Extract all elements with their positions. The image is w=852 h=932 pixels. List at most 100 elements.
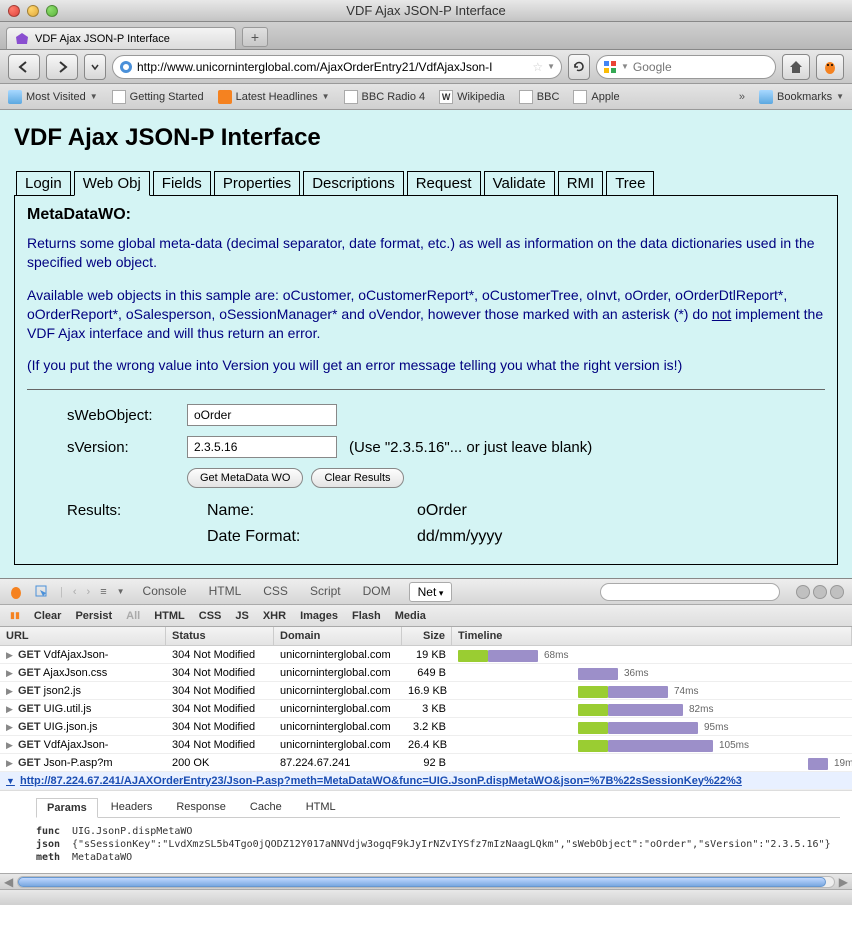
expand-icon[interactable]: ▶ [6, 650, 13, 660]
devtools-close-button[interactable] [830, 585, 844, 599]
detail-tab-cache[interactable]: Cache [239, 797, 293, 817]
horizontal-scrollbar[interactable]: ◀ ▶ [0, 873, 852, 889]
expand-icon[interactable]: ▶ [6, 668, 13, 678]
bookmarks-overflow-icon[interactable]: » [739, 91, 745, 103]
page-tab-web-obj[interactable]: Web Obj [74, 171, 150, 196]
devtools-tab-script[interactable]: Script [306, 582, 345, 602]
search-bar[interactable]: ▼ [596, 55, 776, 79]
zoom-window-button[interactable] [46, 5, 58, 17]
bookmark-bbc-radio4[interactable]: BBC Radio 4 [344, 90, 426, 104]
nav-forward-icon[interactable]: › [87, 586, 91, 598]
bookmark-star-icon[interactable]: ☆ [532, 60, 543, 74]
net-persist-button[interactable]: Persist [75, 610, 112, 622]
clear-results-button[interactable]: Clear Results [311, 468, 403, 488]
expand-icon[interactable]: ▶ [6, 758, 13, 768]
bookmark-getting-started[interactable]: Getting Started [112, 90, 204, 104]
input-version[interactable] [187, 436, 337, 458]
network-row[interactable]: ▶ GET json2.js304 Not Modifiedunicornint… [0, 682, 852, 700]
devtools-minimize-button[interactable] [796, 585, 810, 599]
net-filter-css[interactable]: CSS [199, 610, 222, 622]
net-filter-js[interactable]: JS [235, 610, 248, 622]
detail-tab-params[interactable]: Params [36, 798, 98, 818]
close-window-button[interactable] [8, 5, 20, 17]
scroll-left-icon[interactable]: ◀ [4, 875, 13, 889]
search-engine-dropdown-icon[interactable]: ▼ [621, 62, 629, 71]
inspect-icon[interactable] [34, 584, 50, 600]
bookmark-apple[interactable]: Apple [573, 90, 619, 104]
detail-tab-headers[interactable]: Headers [100, 797, 164, 817]
firebug-icon[interactable] [8, 584, 24, 600]
devtools-tab-dom[interactable]: DOM [359, 582, 395, 602]
site-identity-icon[interactable] [119, 60, 133, 74]
forward-button[interactable] [46, 54, 78, 80]
bookmark-wikipedia[interactable]: W Wikipedia [439, 90, 505, 104]
devtools-search-input[interactable] [600, 583, 780, 601]
scrollbar-thumb[interactable] [18, 877, 825, 887]
network-row[interactable]: ▶ GET VdfAjaxJson-304 Not Modifiedunicor… [0, 646, 852, 664]
page-tab-rmi[interactable]: RMI [558, 171, 604, 196]
col-url[interactable]: URL [0, 627, 166, 645]
search-input[interactable] [633, 60, 788, 74]
dropdown-icon[interactable]: ▼ [117, 587, 125, 596]
detail-tab-response[interactable]: Response [165, 797, 237, 817]
net-filter-media[interactable]: Media [395, 610, 426, 622]
page-tab-tree[interactable]: Tree [606, 171, 654, 196]
col-status[interactable]: Status [166, 627, 274, 645]
devtools-tab-console[interactable]: Console [139, 582, 191, 602]
net-filter-images[interactable]: Images [300, 610, 338, 622]
page-tab-validate[interactable]: Validate [484, 171, 555, 196]
get-metadata-button[interactable]: Get MetaData WO [187, 468, 303, 488]
network-row[interactable]: ▶ GET UIG.util.js304 Not Modifiedunicorn… [0, 700, 852, 718]
recent-pages-dropdown[interactable] [84, 54, 106, 80]
home-button[interactable] [782, 54, 810, 80]
devtools-popout-button[interactable] [813, 585, 827, 599]
expand-icon[interactable]: ▶ [6, 686, 13, 696]
bookmark-most-visited[interactable]: Most Visited ▼ [8, 90, 98, 104]
scroll-right-icon[interactable]: ▶ [839, 875, 848, 889]
minimize-window-button[interactable] [27, 5, 39, 17]
devtools-tab-css[interactable]: CSS [259, 582, 292, 602]
net-clear-button[interactable]: Clear [34, 610, 62, 622]
devtools-tab-html[interactable]: HTML [205, 582, 246, 602]
network-row[interactable]: ▶ GET VdfAjaxJson-304 Not Modifiedunicor… [0, 736, 852, 754]
col-timeline[interactable]: Timeline [452, 627, 852, 645]
scrollbar-track[interactable] [17, 876, 835, 888]
page-tab-properties[interactable]: Properties [214, 171, 300, 196]
devtools-tab-net[interactable]: Net ▾ [409, 582, 453, 602]
bookmark-latest-headlines[interactable]: Latest Headlines ▼ [218, 90, 330, 104]
col-domain[interactable]: Domain [274, 627, 402, 645]
browser-tab-active[interactable]: VDF Ajax JSON-P Interface [6, 27, 236, 49]
url-bar[interactable]: ☆ ▼ [112, 55, 562, 79]
back-button[interactable] [8, 54, 40, 80]
network-row-selected[interactable]: ▼ http://87.224.67.241/AJAXOrderEntry23/… [0, 772, 852, 790]
nav-back-icon[interactable]: ‹ [73, 586, 77, 598]
expand-icon[interactable]: ▶ [6, 704, 13, 714]
page-tab-fields[interactable]: Fields [153, 171, 211, 196]
bookmark-bbc[interactable]: BBC [519, 90, 560, 104]
page-tab-request[interactable]: Request [407, 171, 481, 196]
bookmarks-menu[interactable]: Bookmarks ▼ [759, 90, 844, 104]
collapse-icon[interactable]: ▼ [6, 776, 15, 786]
col-size[interactable]: Size [402, 627, 452, 645]
menu-icon[interactable]: ≡ [100, 586, 106, 598]
network-row[interactable]: ▶ GET Json-P.asp?m200 OK87.224.67.24192 … [0, 754, 852, 772]
page-tab-login[interactable]: Login [16, 171, 71, 196]
new-tab-button[interactable]: + [242, 27, 268, 47]
input-webobject[interactable] [187, 404, 337, 426]
detail-tabs: ParamsHeadersResponseCacheHTML [36, 797, 840, 818]
net-filter-all[interactable]: All [126, 610, 140, 622]
expand-icon[interactable]: ▶ [6, 740, 13, 750]
expand-icon[interactable]: ▶ [6, 722, 13, 732]
page-tab-descriptions[interactable]: Descriptions [303, 171, 404, 196]
network-row[interactable]: ▶ GET AjaxJson.css304 Not Modifiedunicor… [0, 664, 852, 682]
firebug-button[interactable] [816, 54, 844, 80]
detail-tab-html[interactable]: HTML [295, 797, 347, 817]
reload-button[interactable] [568, 54, 590, 80]
net-xhr-icon[interactable]: ▮▮ [10, 610, 20, 621]
url-input[interactable] [137, 60, 528, 74]
history-dropdown-icon[interactable]: ▼ [547, 62, 555, 71]
net-filter-flash[interactable]: Flash [352, 610, 381, 622]
net-filter-html[interactable]: HTML [154, 610, 185, 622]
net-filter-xhr[interactable]: XHR [263, 610, 286, 622]
network-row[interactable]: ▶ GET UIG.json.js304 Not Modifiedunicorn… [0, 718, 852, 736]
